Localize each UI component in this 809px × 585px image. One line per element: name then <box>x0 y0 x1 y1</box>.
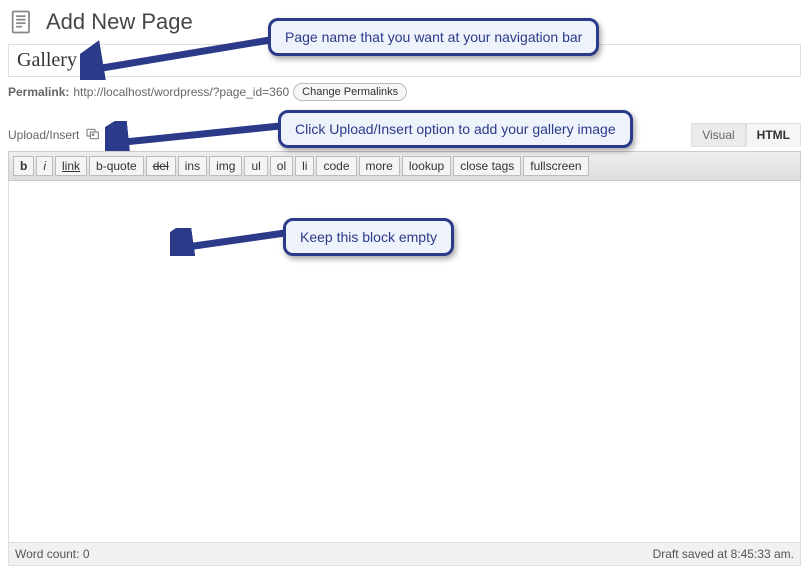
callout-upload-insert: Click Upload/Insert option to add your g… <box>278 110 633 148</box>
page-title: Add New Page <box>46 9 193 35</box>
tool-code-button[interactable]: code <box>316 156 356 176</box>
callout-page-name: Page name that you want at your navigati… <box>268 18 599 56</box>
tool-ins-button[interactable]: ins <box>178 156 207 176</box>
tool-li-button[interactable]: li <box>295 156 314 176</box>
tool-ol-button[interactable]: ol <box>270 156 293 176</box>
tool-bquote-button[interactable]: b-quote <box>89 156 144 176</box>
tool-del-button[interactable]: del <box>146 156 176 176</box>
change-permalinks-button[interactable]: Change Permalinks <box>293 83 407 101</box>
word-count-label: Word count: <box>15 547 83 561</box>
tool-more-button[interactable]: more <box>359 156 400 176</box>
tab-visual[interactable]: Visual <box>691 123 745 147</box>
tool-closetags-button[interactable]: close tags <box>453 156 521 176</box>
page-document-icon <box>8 8 40 36</box>
tool-img-button[interactable]: img <box>209 156 242 176</box>
editor-toolbar: b i link b-quote del ins img ul ol li co… <box>8 151 801 181</box>
upload-insert-link[interactable]: Upload/Insert <box>8 128 79 142</box>
tool-link-button[interactable]: link <box>55 156 87 176</box>
tool-bold-button[interactable]: b <box>13 156 34 176</box>
word-count-value: 0 <box>83 547 90 561</box>
callout-keep-empty: Keep this block empty <box>283 218 454 256</box>
editor-tabs: Visual HTML <box>691 123 801 147</box>
permalink-url: http://localhost/wordpress/?page_id=360 <box>73 85 289 99</box>
permalink-row: Permalink: http://localhost/wordpress/?p… <box>0 81 809 103</box>
media-icon[interactable] <box>85 126 101 145</box>
tool-italic-button[interactable]: i <box>36 156 53 176</box>
word-count: Word count: 0 <box>15 547 90 561</box>
tool-fullscreen-button[interactable]: fullscreen <box>523 156 588 176</box>
draft-saved-status: Draft saved at 8:45:33 am. <box>653 547 794 561</box>
tab-html[interactable]: HTML <box>746 123 801 147</box>
permalink-label: Permalink: <box>8 85 69 99</box>
tool-lookup-button[interactable]: lookup <box>402 156 451 176</box>
tool-ul-button[interactable]: ul <box>244 156 267 176</box>
status-bar: Word count: 0 Draft saved at 8:45:33 am. <box>8 543 801 566</box>
